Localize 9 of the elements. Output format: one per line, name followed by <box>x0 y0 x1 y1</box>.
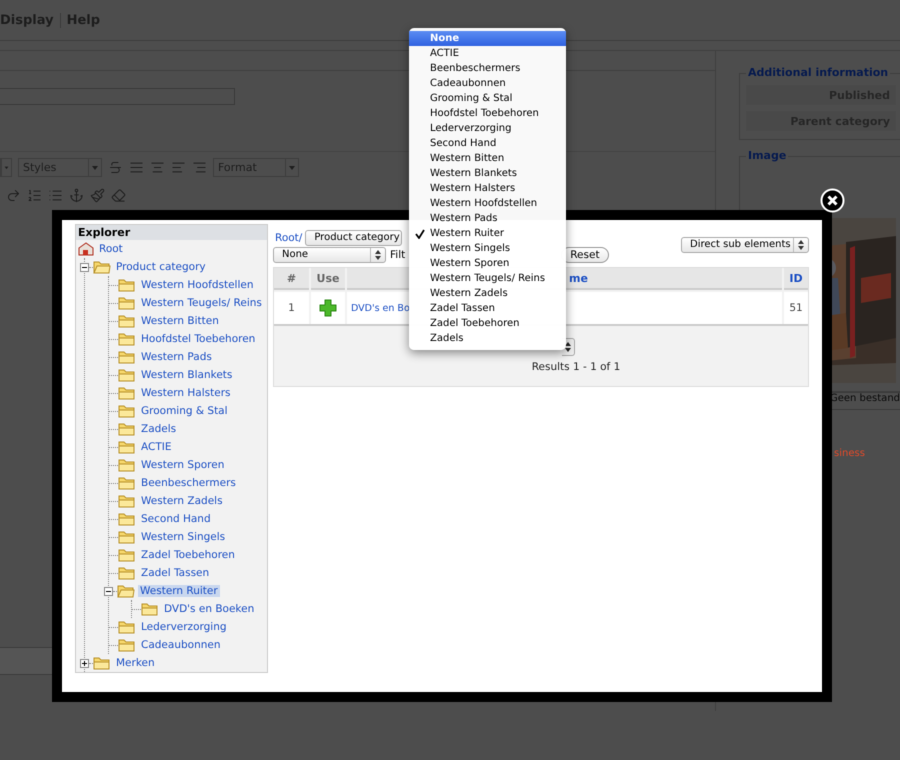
section-title: Additional information <box>746 66 890 79</box>
table-cell: 51 <box>784 292 808 324</box>
column-header: # <box>274 268 309 290</box>
filter-label: Filt <box>390 248 406 260</box>
table-cell: 1 <box>274 292 309 324</box>
panel-title: Explorer <box>76 225 267 240</box>
results-count: Results 1 - 1 of 1 <box>532 361 620 373</box>
column-header: Use <box>311 268 345 290</box>
section-title: Image <box>746 149 788 162</box>
